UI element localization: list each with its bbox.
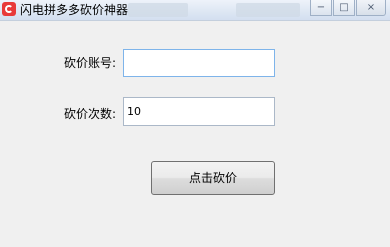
minimize-icon: −	[316, 2, 326, 13]
minimize-button[interactable]: −	[310, 0, 332, 16]
caption-buttons: − □ ×	[309, 0, 386, 18]
close-button[interactable]: ×	[356, 0, 386, 16]
background-taskbar-item	[128, 3, 188, 17]
background-taskbar-item	[236, 3, 300, 17]
bargain-button[interactable]: 点击砍价	[151, 161, 275, 195]
window-title: 闪电拼多多砍价神器	[20, 3, 129, 17]
maximize-button[interactable]: □	[333, 0, 355, 16]
account-label: 砍价账号:	[64, 56, 117, 70]
count-label: 砍价次数:	[64, 107, 117, 121]
maximize-icon: □	[339, 2, 349, 13]
app-logo-icon	[2, 2, 16, 16]
title-bar[interactable]: 闪电拼多多砍价神器 − □ ×	[0, 0, 390, 21]
count-input[interactable]	[123, 97, 275, 126]
account-input[interactable]	[123, 49, 275, 77]
close-icon: ×	[366, 2, 376, 13]
app-window: 闪电拼多多砍价神器 − □ × 砍价账号: 砍价次数: 点击砍价	[0, 0, 390, 247]
